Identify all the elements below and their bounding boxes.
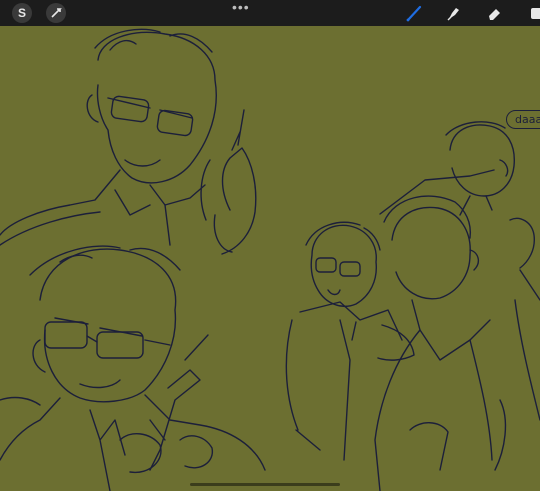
home-indicator[interactable] bbox=[190, 483, 340, 486]
sketch-figure-center bbox=[285, 221, 415, 461]
adjustments-button[interactable]: S bbox=[12, 3, 32, 23]
smudge-tool-button[interactable] bbox=[444, 3, 464, 23]
eraser-icon bbox=[489, 9, 500, 20]
drawing-canvas[interactable]: daaa bbox=[0, 26, 540, 491]
brush-tool-button[interactable] bbox=[404, 3, 424, 23]
brush-icon bbox=[406, 5, 422, 22]
more-menu-button[interactable]: ••• bbox=[232, 0, 250, 14]
sketch-figure-far-right bbox=[445, 121, 540, 421]
selection-button[interactable] bbox=[46, 3, 66, 23]
selection-icon bbox=[51, 8, 62, 18]
eraser-tool-button[interactable] bbox=[484, 3, 504, 23]
sketch-artwork bbox=[0, 28, 540, 491]
top-toolbar: S ••• bbox=[0, 0, 540, 26]
adjustments-icon: S bbox=[17, 6, 26, 20]
sketch-figure-bottom-left bbox=[0, 245, 266, 491]
speech-bubble: daaa bbox=[506, 110, 540, 129]
layers-button[interactable] bbox=[522, 3, 540, 23]
layers-icon bbox=[531, 8, 540, 19]
smudge-icon bbox=[447, 8, 459, 21]
sketch-figure-top-left bbox=[0, 28, 257, 255]
